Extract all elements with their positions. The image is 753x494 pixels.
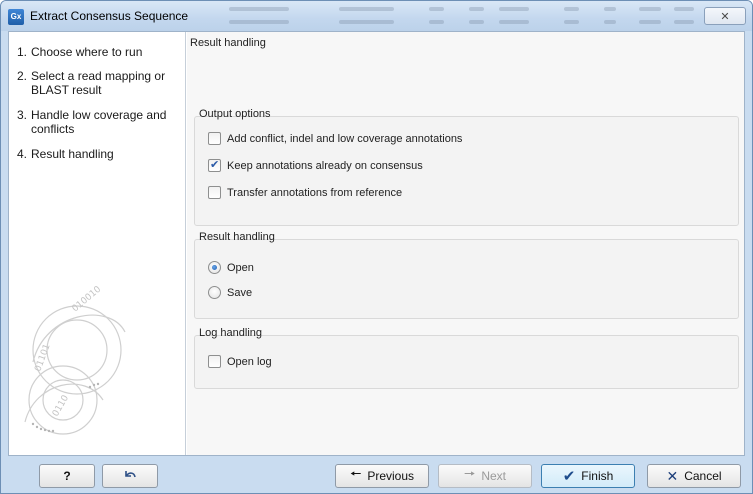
finish-button[interactable]: ✔ Finish xyxy=(541,464,635,488)
log-handling-group: Log handling Open log xyxy=(194,327,739,389)
output-options-group: Output options Add conflict, indel and l… xyxy=(194,108,739,226)
ghost-cell xyxy=(469,20,484,24)
wizard-step-label: Result handling xyxy=(31,147,114,161)
ghost-cell xyxy=(229,7,289,11)
ghost-cell xyxy=(604,7,616,11)
keep-annotations-checkbox[interactable]: Keep annotations already on consensus xyxy=(208,158,423,172)
ghost-cell xyxy=(229,20,289,24)
output-options-title: Output options xyxy=(199,108,271,120)
result-handling-panel: Result handling Output options Add confl… xyxy=(187,32,744,455)
result-handling-title: Result handling xyxy=(199,231,275,243)
dialog-window: Gx Extract Consensus Sequence ✕ 1. Choose… xyxy=(0,0,753,494)
ghost-cell xyxy=(469,7,484,11)
window-title: Extract Consensus Sequence xyxy=(30,9,189,23)
radio-button[interactable] xyxy=(208,286,221,299)
ghost-cell xyxy=(564,20,579,24)
checkbox-label: Transfer annotations from reference xyxy=(227,186,403,199)
radio-button[interactable] xyxy=(208,261,221,274)
checkbox-label: Add conflict, indel and low coverage ann… xyxy=(227,132,463,145)
close-icon: ✕ xyxy=(720,10,730,23)
ghost-cell xyxy=(604,20,616,24)
wizard-step-number: 1. xyxy=(17,45,28,59)
result-handling-group: Result handling Open Save xyxy=(194,231,739,319)
ghost-cell xyxy=(429,20,444,24)
checkbox-label: Open log xyxy=(227,355,272,368)
add-conflict-annotations-checkbox[interactable]: Add conflict, indel and low coverage ann… xyxy=(208,132,462,145)
ghost-cell xyxy=(674,7,694,11)
transfer-annotations-checkbox[interactable]: Transfer annotations from reference xyxy=(208,186,402,199)
checkbox-label: Keep annotations already on consensus xyxy=(227,159,423,172)
radio-label: Open xyxy=(227,261,254,274)
checkbox-box[interactable] xyxy=(208,158,221,172)
next-button[interactable]: 🠖 Next xyxy=(438,464,532,488)
dna-swirl-logo: 010010 01101 0110 xyxy=(24,284,126,435)
open-log-checkbox[interactable]: Open log xyxy=(208,355,272,368)
wizard-step-number: 4. xyxy=(17,147,28,161)
title-bar[interactable]: Gx Extract Consensus Sequence ✕ xyxy=(1,1,752,31)
log-handling-title: Log handling xyxy=(199,327,263,339)
previous-button[interactable]: 🠔 Previous xyxy=(335,464,429,488)
save-radio[interactable]: Save xyxy=(208,286,252,299)
checkbox-box[interactable] xyxy=(208,355,221,368)
help-label: ? xyxy=(63,469,71,483)
ghost-cell xyxy=(339,20,394,24)
cancel-button[interactable]: ✕ Cancel xyxy=(647,464,741,488)
checkbox-box[interactable] xyxy=(208,186,221,199)
wizard-step-1: 1. Choose where to run xyxy=(17,45,187,59)
checkbox-box[interactable] xyxy=(208,132,221,145)
ghost-cell xyxy=(499,20,529,24)
checkmark-icon: ✔ xyxy=(562,468,576,485)
reset-button[interactable] xyxy=(102,464,158,488)
arrow-right-icon: 🠖 xyxy=(463,466,476,481)
previous-label: Previous xyxy=(367,469,415,483)
wizard-step-2: 2. Select a read mapping or BLAST result xyxy=(17,69,187,97)
radio-label: Save xyxy=(227,286,253,299)
ghost-cell xyxy=(499,7,529,11)
svg-text:0110: 0110 xyxy=(51,393,71,418)
ghost-cell xyxy=(339,7,394,11)
svg-text:010010: 010010 xyxy=(71,284,104,314)
undo-arrow-icon xyxy=(125,471,136,478)
wizard-steps: 1. Choose where to run 2. Select a read ma… xyxy=(9,32,186,455)
finish-label: Finish xyxy=(581,469,614,483)
arrow-left-icon: 🠔 xyxy=(349,466,362,481)
open-radio[interactable]: Open xyxy=(208,261,254,274)
background-window-ghost xyxy=(229,3,699,29)
wizard-step-label: Choose where to run xyxy=(31,45,143,59)
panel-heading: Result handling xyxy=(190,37,266,49)
ghost-cell xyxy=(429,7,444,11)
help-button[interactable]: ? xyxy=(39,464,95,488)
wizard-step-3: 3. Handle low coverage and conflicts xyxy=(17,108,187,136)
dialog-footer: ? 🠔 Previous 🠖 Next ✔ Finish ✕ Cancel xyxy=(1,456,752,493)
ghost-cell xyxy=(564,7,579,11)
wizard-content: 1. Choose where to run 2. Select a read ma… xyxy=(8,31,745,456)
wizard-step-4: 4. Result handling xyxy=(17,147,187,161)
next-label: Next xyxy=(481,469,507,483)
wizard-step-label: Handle low coverage and conflicts xyxy=(31,108,167,136)
app-icon: Gx xyxy=(8,9,24,25)
cancel-label: Cancel xyxy=(684,469,722,483)
wizard-step-number: 2. xyxy=(17,69,28,83)
ghost-cell xyxy=(674,20,694,24)
close-button[interactable]: ✕ xyxy=(704,7,746,25)
wizard-step-label: Select a read mapping or BLAST result xyxy=(31,69,166,97)
ghost-cell xyxy=(639,20,661,24)
ghost-cell xyxy=(639,7,661,11)
wizard-step-number: 3. xyxy=(17,108,28,122)
cancel-x-icon: ✕ xyxy=(666,467,679,484)
